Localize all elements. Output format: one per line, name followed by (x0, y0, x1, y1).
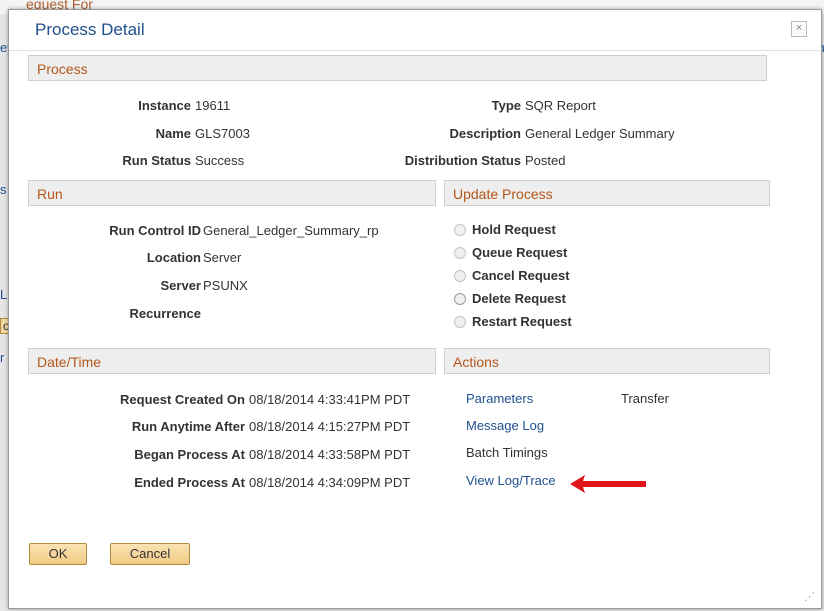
distribution-status-value: Posted (525, 153, 566, 168)
distribution-status-label: Distribution Status (404, 153, 521, 168)
red-arrow-icon (570, 475, 646, 493)
hold-request-radio[interactable]: Hold Request (454, 222, 556, 237)
run-anytime-after-value: 08/18/2014 4:15:27PM PDT (249, 419, 411, 434)
instance-label: Instance (138, 98, 191, 113)
datetime-section-header: Date/Time (28, 348, 436, 374)
radio-button-icon[interactable] (454, 223, 466, 236)
instance-value: 19611 (195, 98, 231, 113)
type-label: Type (491, 98, 521, 113)
resize-grip-icon[interactable]: ⋰ (804, 590, 815, 603)
run-section-header: Run (28, 180, 436, 206)
restart-request-label: Restart Request (472, 314, 572, 329)
cancel-button[interactable]: Cancel (110, 543, 190, 565)
process-section-header: Process (28, 55, 767, 81)
process-detail-dialog: Process Detail × Process Instance 19611 … (8, 9, 822, 609)
run-status-value: Success (195, 153, 245, 168)
restart-request-radio[interactable]: Restart Request (454, 314, 572, 329)
background-fragment: s (0, 182, 7, 197)
run-control-id-label: Run Control ID (109, 223, 201, 238)
radio-button-icon[interactable] (454, 269, 466, 282)
cancel-request-radio[interactable]: Cancel Request (454, 268, 570, 283)
cancel-request-label: Cancel Request (472, 268, 570, 283)
delete-request-label: Delete Request (472, 291, 566, 306)
dialog-title: Process Detail (35, 20, 145, 39)
parameters-link[interactable]: Parameters (466, 391, 533, 406)
run-control-id-value: General_Ledger_Summary_rp (203, 223, 379, 238)
recurrence-label: Recurrence (129, 306, 201, 321)
name-label: Name (155, 126, 191, 141)
description-value: General Ledger Summary (525, 126, 675, 141)
radio-button-icon[interactable] (454, 246, 466, 259)
queue-request-label: Queue Request (472, 245, 568, 260)
close-icon[interactable]: × (791, 21, 807, 37)
ended-process-label: Ended Process At (134, 475, 245, 490)
view-log-trace-link[interactable]: View Log/Trace (466, 473, 556, 488)
queue-request-radio[interactable]: Queue Request (454, 245, 567, 260)
message-log-link[interactable]: Message Log (466, 418, 544, 433)
ok-button[interactable]: OK (29, 543, 87, 565)
location-value: Server (203, 250, 242, 265)
run-anytime-after-label: Run Anytime After (131, 419, 245, 434)
transfer-text: Transfer (621, 391, 669, 406)
request-created-value: 08/18/2014 4:33:41PM PDT (249, 392, 411, 407)
type-value: SQR Report (525, 98, 596, 113)
description-label: Description (449, 126, 521, 141)
batch-timings-text: Batch Timings (466, 445, 548, 460)
began-process-label: Began Process At (134, 447, 245, 462)
radio-button-icon[interactable] (454, 315, 466, 328)
server-value: PSUNX (203, 278, 248, 293)
name-value: GLS7003 (195, 126, 250, 141)
title-divider (9, 50, 821, 51)
radio-button-icon[interactable] (454, 292, 466, 305)
actions-section-header: Actions (444, 348, 770, 374)
run-status-label: Run Status (122, 153, 191, 168)
delete-request-radio[interactable]: Delete Request (454, 291, 566, 306)
background-fragment: L (0, 287, 8, 302)
hold-request-label: Hold Request (472, 222, 556, 237)
update-process-section-header: Update Process (444, 180, 770, 206)
request-created-label: Request Created On (120, 392, 245, 407)
began-process-value: 08/18/2014 4:33:58PM PDT (249, 447, 411, 462)
location-label: Location (146, 250, 201, 265)
background-fragment: r (0, 350, 5, 365)
server-label: Server (160, 278, 201, 293)
ended-process-value: 08/18/2014 4:34:09PM PDT (249, 475, 411, 490)
